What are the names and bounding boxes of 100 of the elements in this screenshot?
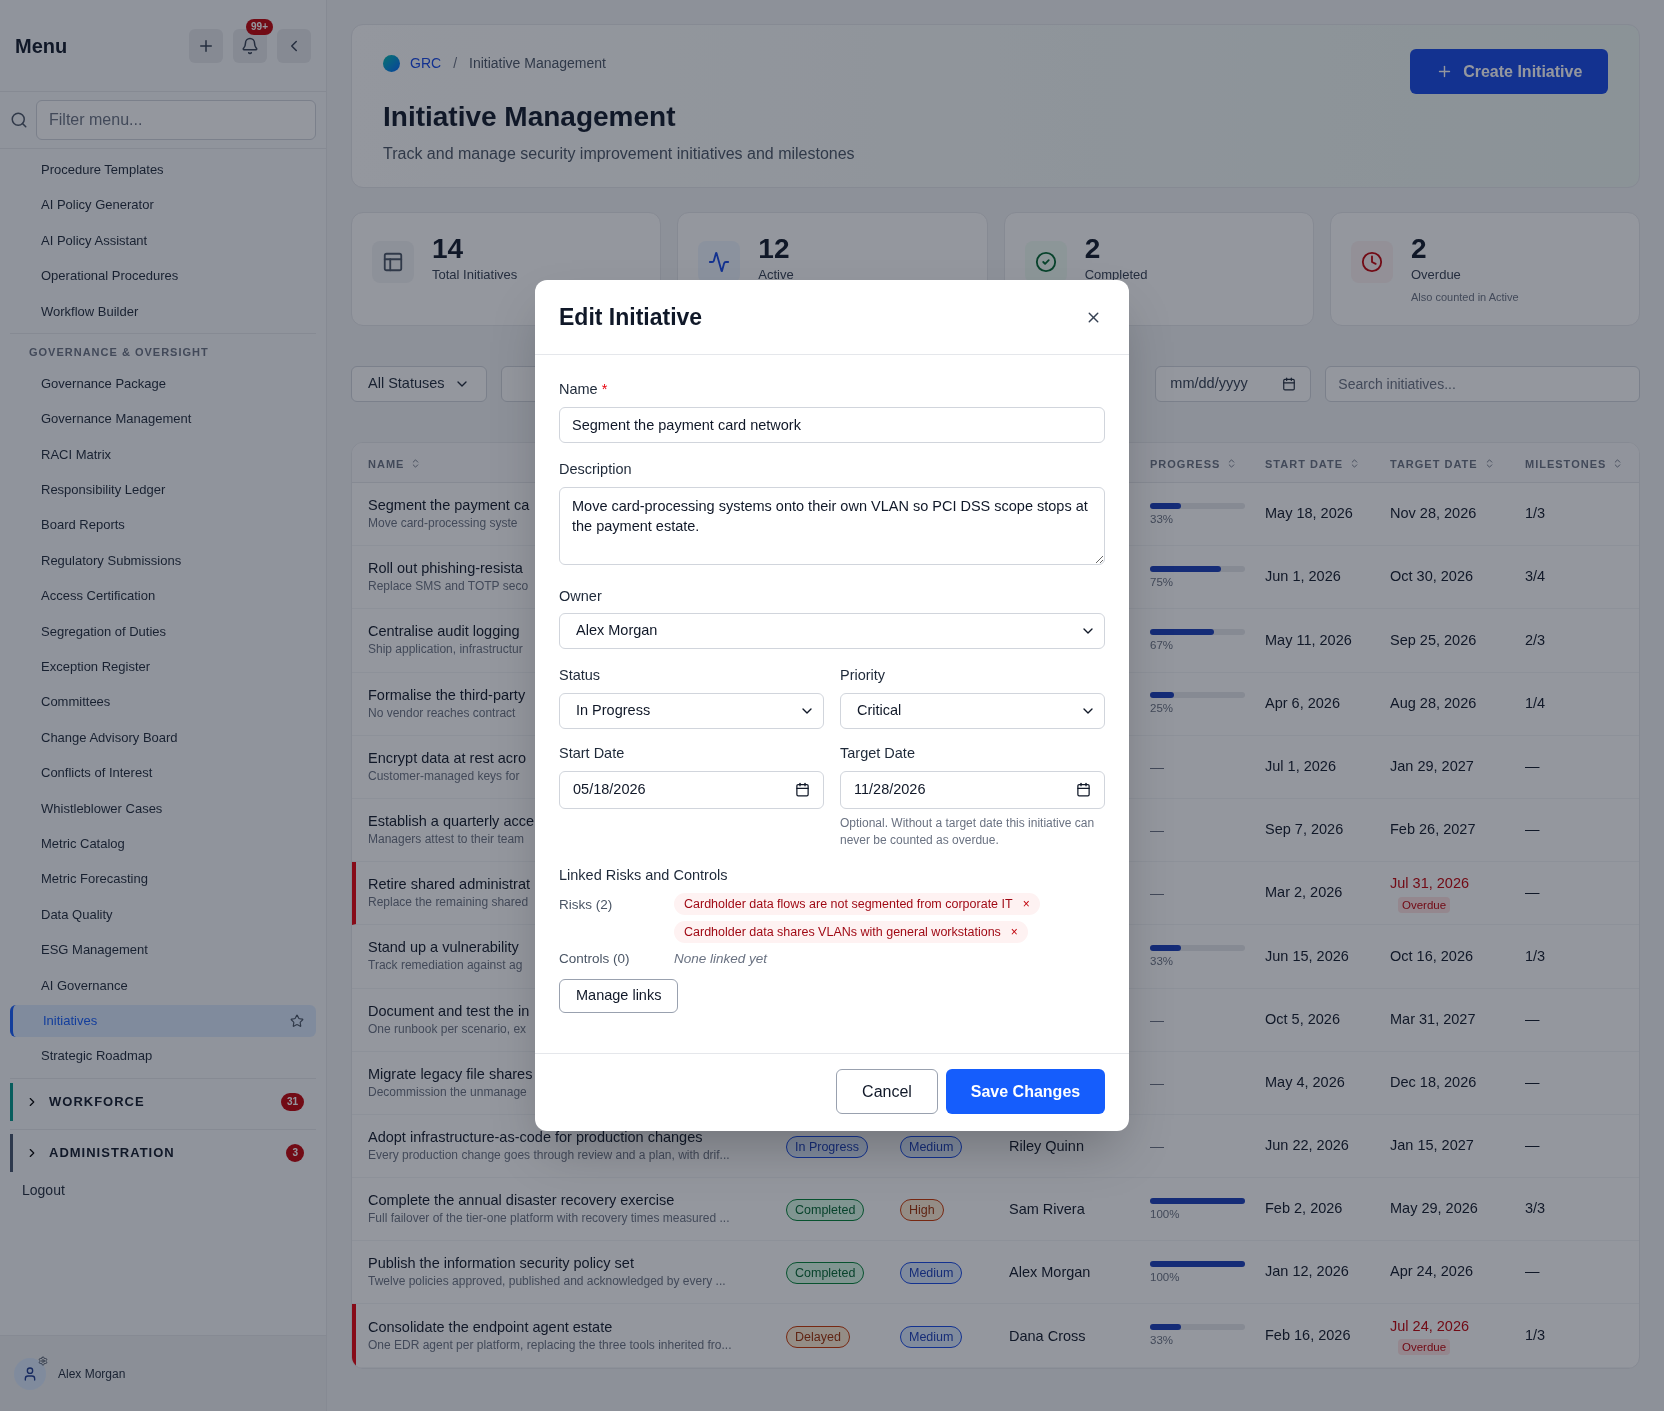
dialog-title: Edit Initiative	[559, 302, 703, 332]
field-label: Target Date	[840, 744, 916, 763]
user-name: Alex Morgan	[58, 1365, 126, 1383]
create-initiative-button[interactable]: Create Initiative	[1410, 49, 1609, 94]
add-button[interactable]	[189, 28, 223, 63]
save-changes-button[interactable]: Save Changes	[946, 1069, 1105, 1114]
sidebar-item[interactable]: Procedure Templates	[10, 152, 316, 188]
sidebar-item[interactable]: Data Quality	[10, 896, 316, 933]
start-date-cell-text: Jan 12, 2026	[1265, 1262, 1350, 1282]
sidebar-item[interactable]: Regulatory Submissions	[10, 542, 316, 579]
initiative-description: Move card-processing syste	[368, 515, 518, 533]
user-avatar[interactable]	[14, 1357, 46, 1390]
sidebar-item[interactable]: Conflicts of Interest	[10, 755, 316, 791]
breadcrumb-current: Initiative Management	[469, 54, 606, 73]
risks-label: Risks (2)	[559, 895, 614, 914]
column-header[interactable]: MILESTONES	[1525, 455, 1624, 472]
remove-button[interactable]: ×	[1022, 892, 1030, 915]
sidebar-item[interactable]: Segregation of Duties	[10, 613, 316, 650]
sidebar-item[interactable]: RACI Matrix	[10, 436, 316, 473]
date-filter[interactable]: mm/dd/yyyy	[1155, 366, 1312, 402]
sidebar-item[interactable]: Whistleblower Cases	[10, 790, 316, 827]
notifications-button[interactable]	[233, 28, 267, 63]
risk-chip: Cardholder data shares VLANs with general workstations ×	[674, 920, 1028, 943]
check-circle-icon	[1034, 251, 1057, 273]
sidebar-item[interactable]: Initiatives	[10, 1004, 316, 1037]
sidebar-item[interactable]: Workflow Builder	[10, 293, 316, 329]
status-badge: In Progress	[786, 1135, 868, 1158]
sidebar-item[interactable]: AI Policy Generator	[10, 187, 316, 223]
sidebar-item[interactable]: Governance Management	[10, 401, 316, 437]
table-row[interactable]: Publish the information security policy set Twelve policies approved, published and acknowledged by every ... Completed Medium Alex Morgan 100% Jan 12, 2026 Apr 24, 2026 —	[352, 1241, 1640, 1305]
target-date-cell-text: Jan 29, 2027	[1390, 756, 1474, 776]
sidebar-item[interactable]: AI Policy Assistant	[10, 222, 316, 259]
sidebar-item[interactable]: Responsibility Ledger	[10, 472, 316, 508]
column-header[interactable]: START DATE	[1265, 455, 1361, 472]
start-date-cell-text: Oct 5, 2026	[1265, 1009, 1341, 1029]
column-header[interactable]: NAME	[368, 455, 422, 472]
owner-select[interactable]: Alex Morgan	[559, 613, 1105, 650]
target-date-cell-text: Nov 28, 2026	[1390, 504, 1477, 524]
sidebar-item[interactable]: Committees	[10, 684, 316, 720]
stat-value: 14	[432, 233, 465, 265]
target-date-cell-text: Jul 24, 2026	[1390, 1316, 1469, 1336]
sidebar-item[interactable]: Operational Procedures	[10, 258, 316, 294]
status-filter[interactable]: All Statuses	[351, 366, 487, 402]
description-field[interactable]: Move card-processing systems onto their own VLAN so PCI DSS scope stops at the payment estate.	[559, 486, 1105, 565]
bell-icon	[241, 36, 259, 55]
priority-select[interactable]: Critical	[840, 693, 1105, 729]
sidebar-item[interactable]: Board Reports	[10, 507, 316, 543]
initiative-description: Full failover of the tier-one platform with recovery times measured ...	[368, 1210, 730, 1228]
stat-value: 12	[758, 233, 791, 265]
stat-value: 2	[1084, 233, 1102, 265]
target-date-cell-text: Dec 18, 2026	[1390, 1072, 1477, 1092]
group-header[interactable]: WORKFORCE 31	[10, 1082, 316, 1121]
sidebar-item[interactable]: Metric Forecasting	[10, 861, 316, 897]
sidebar-item[interactable]: Strategic Roadmap	[10, 1038, 316, 1074]
filter-field[interactable]: Filter menu...	[36, 100, 316, 140]
initiative-name: Consolidate the endpoint agent estate	[368, 1317, 613, 1337]
sidebar-item[interactable]: AI Governance	[10, 967, 316, 1003]
target-date-field[interactable]: 11/28/2026	[840, 770, 1105, 809]
milestones-cell-text: 1/3	[1525, 1325, 1547, 1345]
milestones-cell-text: —	[1525, 1072, 1541, 1092]
progress-reading: 100%	[1150, 1206, 1181, 1221]
field-label: Start Date	[559, 744, 626, 763]
initiative-description: Ship application, infrastructur	[368, 641, 523, 659]
priority-badge: High	[900, 1199, 944, 1222]
column-header[interactable]: PROGRESS	[1150, 455, 1238, 472]
sidebar-item[interactable]: ESG Management	[10, 932, 316, 968]
progress-reading: 33%	[1150, 1333, 1175, 1348]
group-header[interactable]: ADMINISTRATION 3	[10, 1133, 316, 1172]
sidebar-item[interactable]: Access Certification	[10, 578, 316, 614]
name-field[interactable]: Segment the payment card network	[559, 406, 1105, 443]
star-icon[interactable]	[290, 1013, 304, 1028]
target-date-cell-text: Jul 31, 2026	[1390, 874, 1469, 894]
milestones-cell-text: —	[1525, 883, 1541, 903]
initiative-description: Replace the remaining shared	[368, 894, 529, 912]
initiative-name: Encrypt data at rest acro	[368, 748, 526, 768]
target-date-cell-text: May 29, 2026	[1390, 1199, 1478, 1219]
table-row[interactable]: Complete the annual disaster recovery exercise Full failover of the tier-one platform with recovery times measured ... Completed High Sam Rivera 100% Feb 2, 2026 May 29, 2026 3/3	[352, 1178, 1640, 1242]
priority-badge: Medium	[900, 1135, 963, 1158]
target-date-cell-text: Mar 31, 2027	[1390, 1009, 1476, 1029]
count-badge: 3	[286, 1143, 304, 1162]
breadcrumb-link[interactable]: GRC	[410, 53, 442, 74]
cancel-button[interactable]: Cancel	[836, 1069, 938, 1114]
start-date-cell-text: May 11, 2026	[1265, 630, 1353, 650]
table-row[interactable]: Consolidate the endpoint agent estate One EDR agent per platform, replacing the three tools inherited fro... Delayed Medium Dana Cross 33% Feb 16, 2026 Jul 24, 2026 Overdue 1/3	[352, 1304, 1640, 1368]
search-field[interactable]: Search initiatives...	[1325, 366, 1641, 402]
column-header[interactable]: TARGET DATE	[1390, 455, 1495, 472]
stat-label: Overdue	[1411, 266, 1462, 284]
sidebar-item[interactable]: Change Advisory Board	[10, 719, 316, 756]
status-badge: Completed	[786, 1199, 865, 1222]
initiative-name: Publish the information security policy set	[368, 1254, 634, 1274]
status-select[interactable]: In Progress	[559, 693, 824, 729]
logout-link[interactable]: Logout	[10, 1175, 316, 1201]
sidebar-item[interactable]: Governance Package	[10, 365, 316, 402]
manage-links-button[interactable]: Manage links	[559, 978, 679, 1013]
sidebar-item[interactable]: Exception Register	[10, 649, 316, 685]
sidebar-item[interactable]: Metric Catalog	[10, 826, 316, 862]
start-date-cell-text: Feb 2, 2026	[1265, 1199, 1344, 1219]
user-icon	[22, 1365, 38, 1382]
start-date-field[interactable]: 05/18/2026	[559, 770, 824, 809]
initiative-description: Replace SMS and TOTP seco	[368, 578, 529, 596]
